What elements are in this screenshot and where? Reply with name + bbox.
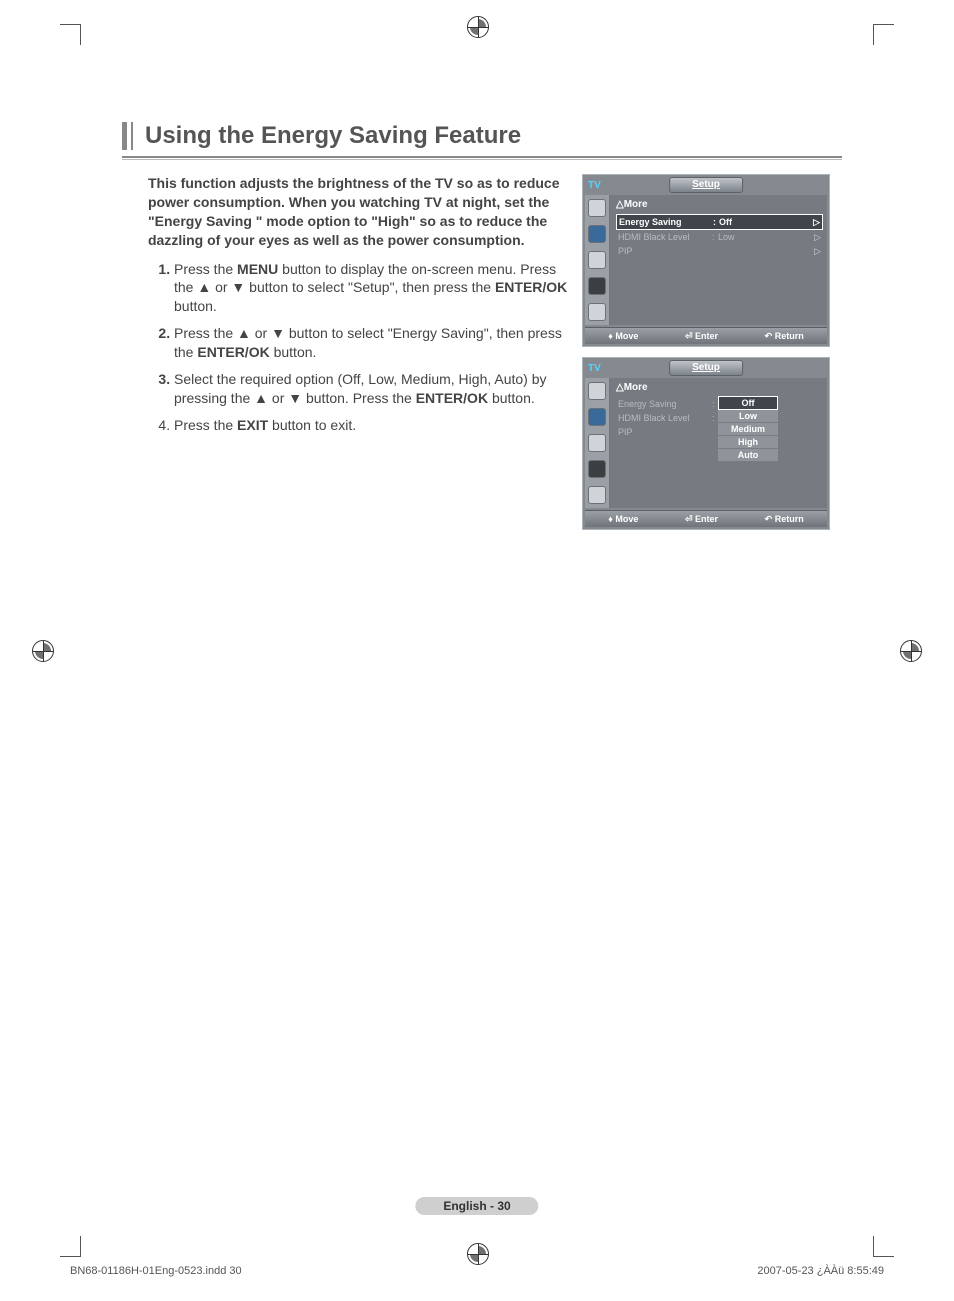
chevron-right-icon: ▷ xyxy=(810,217,820,228)
step-1: Press the MENU button to display the on-… xyxy=(174,260,570,317)
crop-mark xyxy=(60,24,81,45)
osd-option-medium: Medium xyxy=(718,423,778,436)
section-title: Using the Energy Saving Feature xyxy=(145,122,842,150)
registration-mark-icon xyxy=(32,640,54,662)
osd-hint-return: ↶ Return xyxy=(765,331,804,342)
imprint-filename: BN68-01186H-01Eng-0523.indd 30 xyxy=(70,1265,242,1277)
osd-setup-icon xyxy=(588,277,606,295)
intro-paragraph: This function adjusts the brightness of … xyxy=(148,174,570,250)
section-heading-block: Using the Energy Saving Feature xyxy=(122,122,842,150)
osd-row-energy-saving: Energy Saving : Off ▷ xyxy=(616,214,823,230)
osd-footer: ♦ Move ⏎ Enter ↶ Return xyxy=(585,327,827,344)
osd-icon-strip xyxy=(585,195,610,325)
crop-mark xyxy=(60,1236,81,1257)
osd-option-low: Low xyxy=(718,410,778,423)
step-3: Select the required option (Off, Low, Me… xyxy=(174,370,570,408)
page-number-pill: English - 30 xyxy=(415,1197,538,1215)
osd-row-pip: PIP ▷ xyxy=(616,244,823,258)
imprint-timestamp: 2007-05-23 ¿ÀÀü 8:55:49 xyxy=(757,1265,884,1277)
osd-hint-return: ↶ Return xyxy=(765,514,804,525)
divider xyxy=(122,159,842,160)
osd-option-high: High xyxy=(718,436,778,449)
osd-sound-icon xyxy=(588,225,606,243)
osd-setup-icon xyxy=(588,460,606,478)
osd-setup-menu: TV Setup △More xyxy=(582,174,830,347)
crop-mark xyxy=(873,1236,894,1257)
osd-energy-dropdown: Off Low Medium High Auto xyxy=(718,396,778,462)
chevron-right-icon: ▷ xyxy=(811,246,821,257)
osd-hint-enter: ⏎ Enter xyxy=(685,331,718,342)
osd-picture-icon xyxy=(588,199,606,217)
osd-icon-strip xyxy=(585,378,610,508)
osd-option-off: Off xyxy=(718,396,778,410)
osd-tv-label: TV xyxy=(585,180,601,191)
step-2: Press the ▲ or ▼ button to select "Energ… xyxy=(174,324,570,362)
osd-row-hdmi-black-level: HDMI Black Level : Low ▷ xyxy=(616,230,823,244)
osd-hint-move: ♦ Move xyxy=(608,331,638,341)
osd-more-row: △More xyxy=(616,199,823,210)
osd-menu-list: △More Energy Saving : HDMI Black Level :… xyxy=(610,378,827,508)
instruction-text: This function adjusts the brightness of … xyxy=(148,174,570,443)
manual-page: Using the Energy Saving Feature This fun… xyxy=(0,0,954,1301)
registration-mark-icon xyxy=(467,16,489,38)
osd-picture-icon xyxy=(588,382,606,400)
imprint-line: BN68-01186H-01Eng-0523.indd 30 2007-05-2… xyxy=(70,1265,884,1277)
osd-option-auto: Auto xyxy=(718,449,778,462)
osd-channel-icon xyxy=(588,251,606,269)
osd-hint-enter: ⏎ Enter xyxy=(685,514,718,525)
osd-title: Setup xyxy=(669,360,743,376)
osd-input-icon xyxy=(588,486,606,504)
osd-screenshots: TV Setup △More xyxy=(582,174,834,540)
osd-menu-list: △More Energy Saving : Off ▷ HDMI Black L… xyxy=(610,195,827,325)
step-list: Press the MENU button to display the on-… xyxy=(148,260,570,435)
step-4: Press the EXIT button to exit. xyxy=(174,416,570,435)
crop-mark xyxy=(873,24,894,45)
osd-input-icon xyxy=(588,303,606,321)
registration-mark-icon xyxy=(900,640,922,662)
osd-sound-icon xyxy=(588,408,606,426)
divider xyxy=(122,156,842,158)
osd-footer: ♦ Move ⏎ Enter ↶ Return xyxy=(585,510,827,527)
osd-more-row: △More xyxy=(616,382,823,393)
osd-setup-menu-dropdown: TV Setup △More xyxy=(582,357,830,530)
content-area: Using the Energy Saving Feature This fun… xyxy=(122,122,842,540)
osd-tv-label: TV xyxy=(585,363,601,374)
chevron-right-icon: ▷ xyxy=(811,232,821,243)
osd-channel-icon xyxy=(588,434,606,452)
osd-title: Setup xyxy=(669,177,743,193)
registration-mark-icon xyxy=(467,1243,489,1265)
osd-hint-move: ♦ Move xyxy=(608,514,638,524)
